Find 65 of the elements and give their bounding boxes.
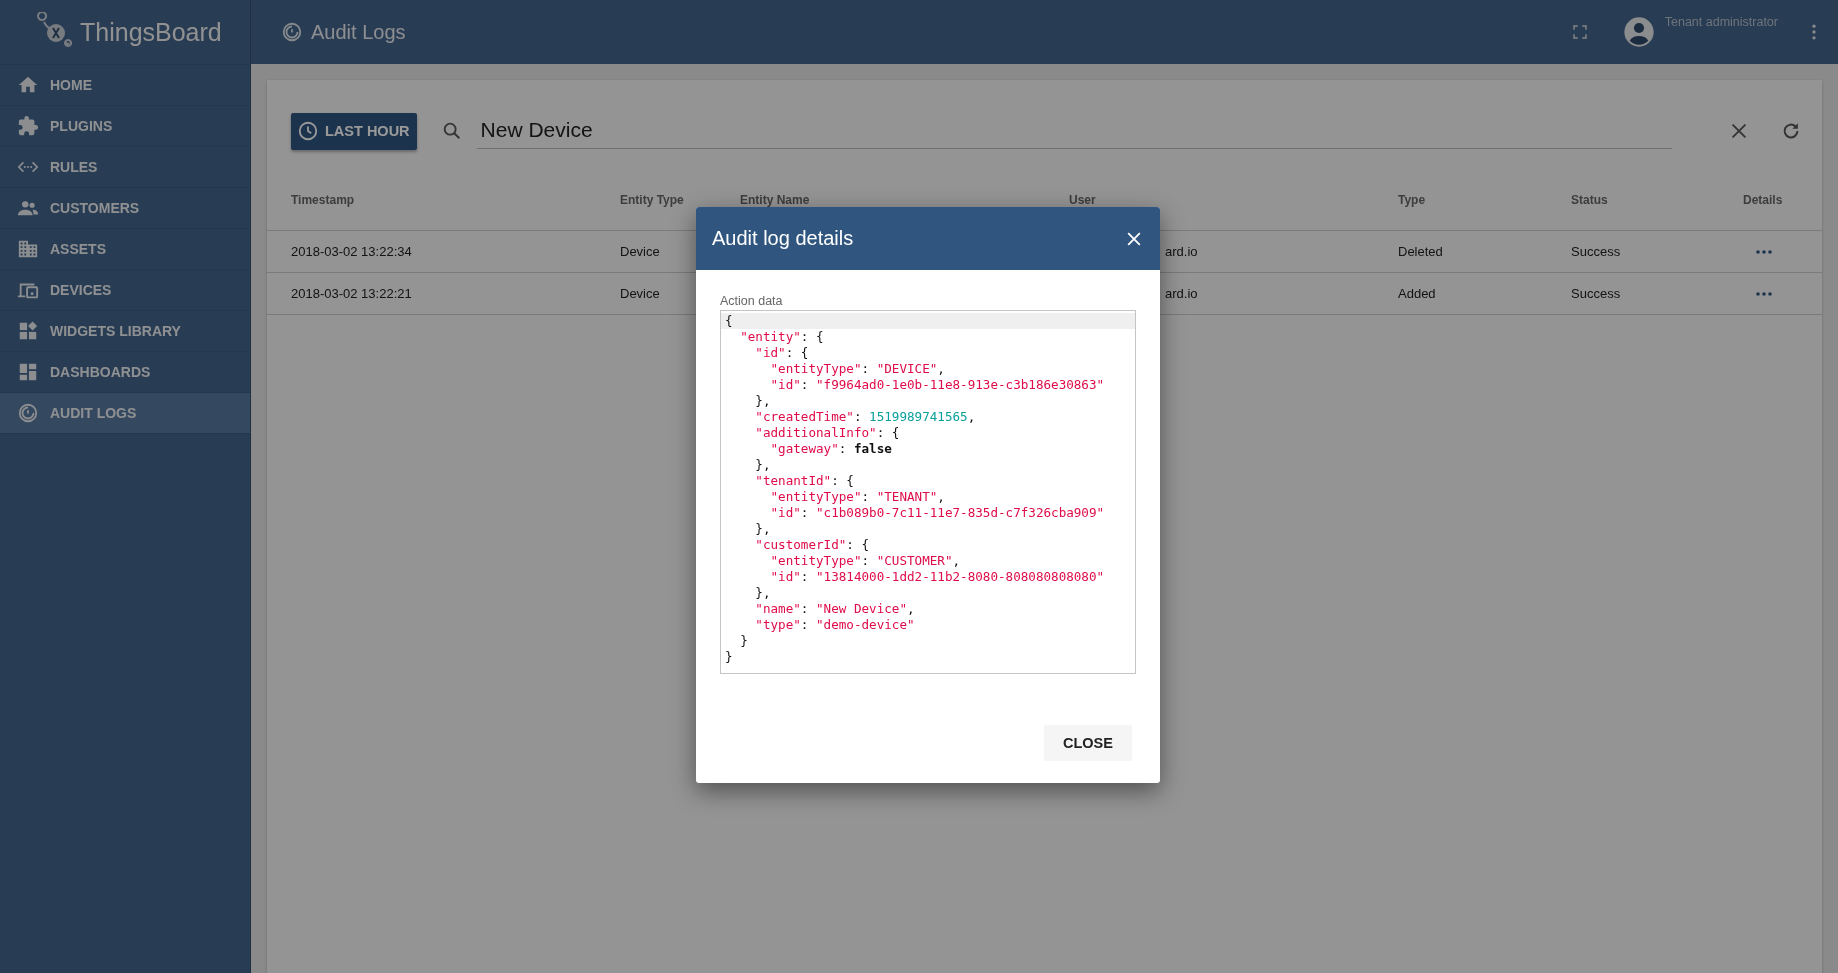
code-line: },	[754, 521, 772, 537]
page-title: Audit Logs	[311, 20, 406, 44]
fullscreen-icon[interactable]	[1570, 23, 1589, 41]
code-line: "gateway": false	[769, 441, 893, 457]
code-line: "customerId": {	[754, 537, 871, 553]
table-cell-text: Success	[1571, 244, 1622, 259]
code-line: }	[724, 649, 734, 665]
table-cell: ard.io	[1165, 286, 1198, 301]
column-header[interactable]: Details	[1743, 193, 1822, 207]
sidebar-item[interactable]: HOME	[0, 65, 250, 106]
puzzle-icon	[17, 115, 39, 137]
code-line: },	[754, 393, 772, 409]
avatar-icon[interactable]	[1622, 16, 1655, 48]
table-cell: ard.io	[1165, 244, 1198, 259]
close-button[interactable]: CLOSE	[1044, 725, 1132, 761]
code-line: "tenantId": {	[754, 473, 855, 489]
more-icon[interactable]	[1755, 248, 1773, 255]
column-header[interactable]: User	[1069, 193, 1398, 207]
code-editor[interactable]	[720, 310, 1136, 674]
table-cell-text: Success	[1571, 286, 1622, 301]
code-line: "entityType": "CUSTOMER",	[769, 553, 962, 569]
code-line: "id": "c1b089b0-7c11-11e7-835d-c7f326cba909"	[769, 505, 1106, 521]
building-icon	[17, 238, 39, 260]
code-line: "entity": {	[739, 329, 825, 345]
time-range-button[interactable]: LAST HOUR	[291, 112, 417, 150]
code-line: "additionalInfo": {	[754, 425, 901, 441]
column-header[interactable]: Timestamp	[291, 193, 620, 207]
clock-icon	[297, 120, 319, 142]
code-line: },	[754, 457, 772, 473]
search-field[interactable]: New Device	[476, 113, 1672, 149]
code-line: },	[754, 585, 772, 601]
logo-text: ThingsBoard	[80, 17, 222, 47]
code-line: }	[739, 633, 749, 649]
code-line: "id": "f9964ad0-1e0b-11e8-913e-c3b186e30863"	[769, 377, 1106, 393]
table-cell-text: 2018-03-02 13:22:21	[291, 286, 413, 301]
column-header[interactable]: Entity Name	[740, 193, 1069, 207]
audit-icon	[281, 21, 303, 43]
sidebar-item[interactable]: WIDGETS LIBRARY	[0, 311, 250, 352]
widgets-icon	[17, 320, 39, 342]
sidebar-item[interactable]: RULES	[0, 147, 250, 188]
audit-icon	[17, 402, 39, 424]
column-header[interactable]: Status	[1571, 193, 1743, 207]
table-cell-text: Deleted	[1398, 244, 1444, 259]
table-cell-text: 2018-03-02 13:22:34	[291, 244, 413, 259]
code-line: "entityType": "TENANT",	[769, 489, 946, 505]
column-header[interactable]: Entity Type	[620, 193, 740, 207]
column-header[interactable]: Type	[1398, 193, 1571, 207]
code-line: "id": {	[754, 345, 810, 361]
code-line: "id": "13814000-1dd2-11b2-8080-808080808080"	[769, 569, 1106, 585]
user-name: Tenant administrator	[1664, 15, 1778, 29]
sidebar-item[interactable]: ASSETS	[0, 229, 250, 270]
code-line: "entityType": "DEVICE",	[769, 361, 946, 377]
table-cell-text: Added	[1398, 286, 1437, 301]
sidebar-item[interactable]: CUSTOMERS	[0, 188, 250, 229]
field-label: Action data	[720, 294, 784, 308]
sidebar-item[interactable]: AUDIT LOGS	[0, 393, 250, 434]
table-cell-text: Device	[620, 244, 661, 259]
code-line: "type": "demo-device"	[754, 617, 916, 633]
sidebar-item[interactable]: DEVICES	[0, 270, 250, 311]
sidebar-item[interactable]: PLUGINS	[0, 106, 250, 147]
code-line: "createdTime": 1519989741565,	[754, 409, 977, 425]
code-line: "name": "New Device",	[754, 601, 916, 617]
dialog-title: Audit log details	[712, 227, 855, 250]
more-icon[interactable]	[1755, 290, 1773, 297]
dashboard-icon	[17, 361, 39, 383]
